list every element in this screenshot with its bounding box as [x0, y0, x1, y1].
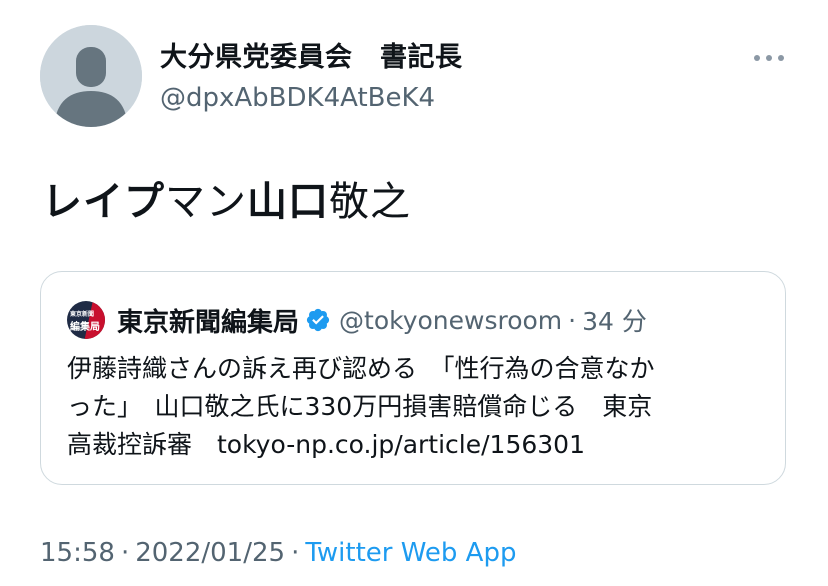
avatar-logo-text: 東京新聞: [70, 311, 95, 318]
author-handle[interactable]: @dpxAbBDK4AtBeK4: [160, 80, 463, 116]
author-avatar[interactable]: [40, 25, 142, 127]
tweet-text-bold: レイプ: [42, 179, 165, 225]
author-info: 大分県党委員会 書記長 @dpxAbBDK4AtBeK4: [160, 40, 463, 116]
tweet-text: レイプマン山口敬之: [42, 175, 411, 229]
tweet-time[interactable]: 15:58: [40, 538, 115, 568]
quoted-tweet-text: 伊藤詩織さんの訴え再び認める 「性行為の合意なか った」 山口敬之氏に330万円損…: [67, 350, 767, 464]
quoted-tweet-line: 伊藤詩織さんの訴え再び認める 「性行為の合意なか: [67, 354, 655, 383]
quoted-tweet-time: 34 分: [582, 307, 647, 336]
tweet: 大分県党委員会 書記長 @dpxAbBDK4AtBeK4 レイプマン山口敬之 東…: [0, 0, 828, 586]
separator-dot: ·: [568, 305, 577, 335]
verified-badge-icon: [306, 308, 330, 332]
quoted-tweet-line: った」 山口敬之氏に330万円損害賠償命じる 東京: [67, 392, 653, 421]
tweet-date[interactable]: 2022/01/25: [135, 538, 285, 568]
quoted-tweet[interactable]: 東京新聞 編集局 東京新聞編集局 @tokyonewsroom · 34 分 伊…: [40, 271, 786, 485]
quoted-author-avatar: 東京新聞 編集局: [67, 301, 105, 339]
separator-dot: ·: [120, 538, 130, 568]
more-dot: [766, 55, 772, 61]
quoted-author-handle: @tokyonewsroom: [339, 305, 563, 335]
tweet-text-bold: 山口: [247, 179, 329, 225]
more-horizontal-icon[interactable]: [754, 48, 784, 68]
avatar-logo-text: 編集局: [70, 322, 100, 333]
quoted-tweet-header: 東京新聞 編集局 東京新聞編集局 @tokyonewsroom · 34 分: [67, 300, 647, 340]
quoted-tweet-line: 高裁控訴審 tokyo-np.co.jp/article/156301: [67, 430, 585, 459]
tweet-text-regular: 敬之: [329, 179, 411, 225]
more-dot: [778, 55, 784, 61]
separator-dot: ·: [291, 538, 300, 568]
tweet-text-regular: マン: [165, 179, 247, 225]
tweet-source-link[interactable]: Twitter Web App: [305, 538, 516, 568]
default-avatar-icon: [40, 25, 142, 127]
more-dot: [754, 55, 760, 61]
quoted-author-name: 東京新聞編集局: [117, 307, 300, 338]
tweet-meta: 15:58 · 2022/01/25 · Twitter Web App: [40, 535, 516, 571]
author-display-name[interactable]: 大分県党委員会 書記長: [160, 40, 463, 76]
